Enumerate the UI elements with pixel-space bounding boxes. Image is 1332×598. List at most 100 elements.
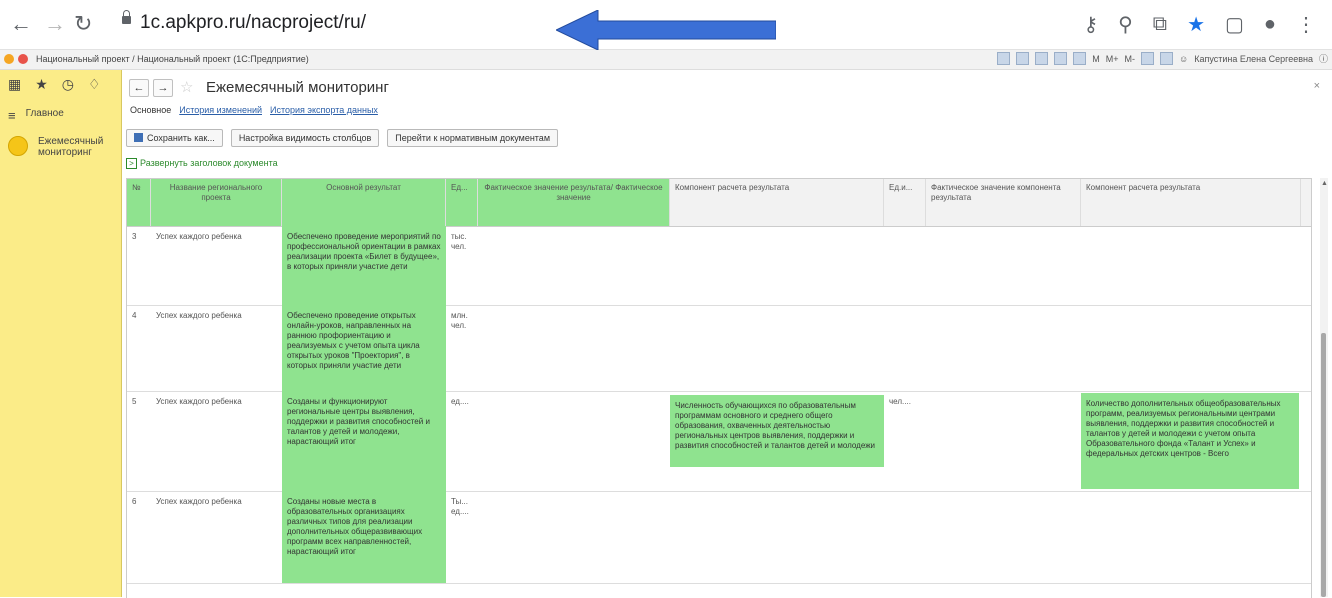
- sidebar: ▦ ★ ◷ ♢ ≡ Главное Ежемесячный мониторинг: [0, 70, 122, 597]
- memory-minus-button[interactable]: M-: [1125, 54, 1136, 64]
- reload-button[interactable]: ↻: [74, 12, 92, 36]
- cell-unit: Ты... ед....: [451, 497, 469, 516]
- normative-docs-button[interactable]: Перейти к нормативным документам: [387, 129, 559, 147]
- page-nav: ← →: [129, 79, 173, 97]
- cell-num: 6: [132, 497, 137, 506]
- cell-result: Обеспечено проведение открытых онлайн-ур…: [282, 305, 446, 391]
- col-header-component[interactable]: Компонент расчета результата: [670, 179, 884, 226]
- page-title: Ежемесячный мониторинг: [206, 79, 389, 96]
- bell-icon[interactable]: ♢: [88, 76, 101, 93]
- command-bar: Сохранить как... Настройка видимость сто…: [126, 129, 559, 147]
- table-icon[interactable]: [997, 52, 1011, 65]
- cell-unit: ед....: [451, 397, 469, 406]
- favorite-star-icon[interactable]: ☆: [180, 78, 193, 96]
- info-icon[interactable]: ⓘ: [1319, 52, 1328, 65]
- expand-header-label: Развернуть заголовок документа: [140, 158, 278, 168]
- users-icon[interactable]: [1035, 52, 1049, 65]
- more-menu-icon[interactable]: ⋮: [1296, 12, 1316, 37]
- search-icon[interactable]: [1141, 52, 1155, 65]
- save-as-label: Сохранить как...: [147, 133, 215, 143]
- zoom-icon[interactable]: ⚲: [1118, 12, 1133, 37]
- memory-m-button[interactable]: M: [1092, 54, 1100, 64]
- memory-plus-button[interactable]: M+: [1106, 54, 1119, 64]
- back-button[interactable]: ←: [10, 12, 32, 36]
- app-tools: M M+ M- ☺ Капустина Елена Сергеевна ⓘ: [997, 52, 1328, 65]
- calendar-icon[interactable]: [1054, 52, 1068, 65]
- close-icon[interactable]: ×: [1314, 80, 1320, 92]
- col-header-project[interactable]: Название регионального проекта: [151, 179, 282, 226]
- lock-icon: [122, 10, 131, 24]
- cell-result: Обеспечено проведение мероприятий по про…: [282, 226, 446, 305]
- cell-component2: Количество дополнительных общеобразовате…: [1081, 393, 1299, 489]
- data-table: № Название регионального проекта Основно…: [126, 178, 1312, 598]
- sidebar-item-monitoring[interactable]: Ежемесячный мониторинг: [8, 136, 113, 158]
- print-icon[interactable]: [1016, 52, 1030, 65]
- cell-component: Численность обучающихся по образовательн…: [670, 395, 884, 467]
- onec-logo-icon: [4, 54, 14, 64]
- cell-num: 4: [132, 311, 137, 320]
- col-header-component2[interactable]: Компонент расчета результата: [1081, 179, 1301, 226]
- sidebar-item-label: Ежемесячный мониторинг: [38, 136, 104, 158]
- col-header-num[interactable]: №: [127, 179, 151, 226]
- calculator-icon[interactable]: [1073, 52, 1087, 65]
- browser-toolbar: ← → ↻ 1c.apkpro.ru/nacproject/ru/ ⚷ ⚲ ⧉ …: [0, 0, 1332, 50]
- key-icon[interactable]: ⚷: [1083, 12, 1098, 37]
- grid-icon[interactable]: ▦: [8, 76, 21, 93]
- cell-num: 3: [132, 232, 137, 241]
- save-as-button[interactable]: Сохранить как...: [126, 129, 223, 147]
- window-icon[interactable]: [1160, 52, 1174, 65]
- table-header: № Название регионального проекта Основно…: [127, 179, 1311, 227]
- favorites-icon[interactable]: ★: [35, 76, 48, 93]
- menu-icon: ≡: [8, 108, 16, 123]
- col-header-result[interactable]: Основной результат: [282, 179, 446, 226]
- col-header-fact2[interactable]: Фактическое значение компонента результа…: [926, 179, 1081, 226]
- profile-icon[interactable]: ●: [1264, 13, 1276, 36]
- main-content: ← → ☆ Ежемесячный мониторинг × Основное …: [122, 70, 1332, 598]
- col-header-fact[interactable]: Фактическое значение результата/ Фактиче…: [478, 179, 670, 226]
- column-settings-button[interactable]: Настройка видимость столбцов: [230, 129, 380, 147]
- app-menu-icon[interactable]: [18, 54, 28, 64]
- table-row[interactable]: 6 Успех каждого ребенка Созданы новые ме…: [127, 491, 1311, 584]
- cell-result: Созданы новые места в образовательных ор…: [282, 491, 446, 583]
- cell-num: 5: [132, 397, 137, 406]
- col-header-unit2[interactable]: Ед.и...: [884, 179, 926, 226]
- table-scrollbar[interactable]: ▲: [1320, 178, 1328, 597]
- table-row[interactable]: 3 Успех каждого ребенка Обеспечено прове…: [127, 226, 1311, 306]
- user-name[interactable]: Капустина Елена Сергеевна: [1194, 54, 1313, 64]
- history-icon[interactable]: ◷: [62, 76, 74, 93]
- tab-history[interactable]: История изменений: [179, 105, 262, 115]
- sidebar-item-main[interactable]: ≡ Главное: [8, 108, 64, 123]
- app-title-bar: Национальный проект / Национальный проек…: [0, 50, 1332, 70]
- tab-main[interactable]: Основное: [130, 105, 171, 115]
- cell-unit: млн. чел.: [451, 311, 468, 330]
- col-header-unit[interactable]: Ед...: [446, 179, 478, 226]
- cell-project: Успех каждого ребенка: [156, 397, 242, 406]
- cell-unit: тыс. чел.: [451, 232, 467, 251]
- cell-unit2: чел....: [889, 397, 911, 406]
- back-arrow-icon[interactable]: ←: [129, 79, 149, 97]
- table-row[interactable]: 5 Успех каждого ребенка Созданы и функци…: [127, 391, 1311, 492]
- cell-project: Успех каждого ребенка: [156, 311, 242, 320]
- browser-actions: ⚷ ⚲ ⧉ ★ ▢ ● ⋮: [1083, 10, 1332, 38]
- forward-button[interactable]: →: [44, 12, 66, 36]
- sidebar-toolbar: ▦ ★ ◷ ♢: [8, 76, 101, 93]
- user-icon: ☺: [1179, 53, 1189, 64]
- tab-export-history[interactable]: История экспорта данных: [270, 105, 378, 115]
- annotation-arrow-icon: [556, 10, 776, 50]
- scrollbar-thumb[interactable]: [1321, 333, 1326, 597]
- bookmark-star-icon[interactable]: ★: [1187, 12, 1205, 37]
- sidebar-item-label: Главное: [25, 108, 64, 119]
- sidepanel-icon[interactable]: ▢: [1225, 12, 1244, 37]
- share-icon[interactable]: ⧉: [1153, 13, 1167, 36]
- tabs: Основное История изменений История экспо…: [130, 105, 378, 115]
- expand-header-link[interactable]: > Развернуть заголовок документа: [126, 158, 278, 169]
- scroll-up-icon[interactable]: ▲: [1321, 180, 1328, 187]
- table-row[interactable]: 4 Успех каждого ребенка Обеспечено прове…: [127, 305, 1311, 392]
- expand-icon: >: [126, 158, 137, 169]
- circle-icon: [8, 136, 28, 156]
- disk-icon: [134, 133, 143, 142]
- cell-project: Успех каждого ребенка: [156, 232, 242, 241]
- forward-arrow-icon[interactable]: →: [153, 79, 173, 97]
- cell-result: Созданы и функционируют региональные цен…: [282, 391, 446, 491]
- cell-project: Успех каждого ребенка: [156, 497, 242, 506]
